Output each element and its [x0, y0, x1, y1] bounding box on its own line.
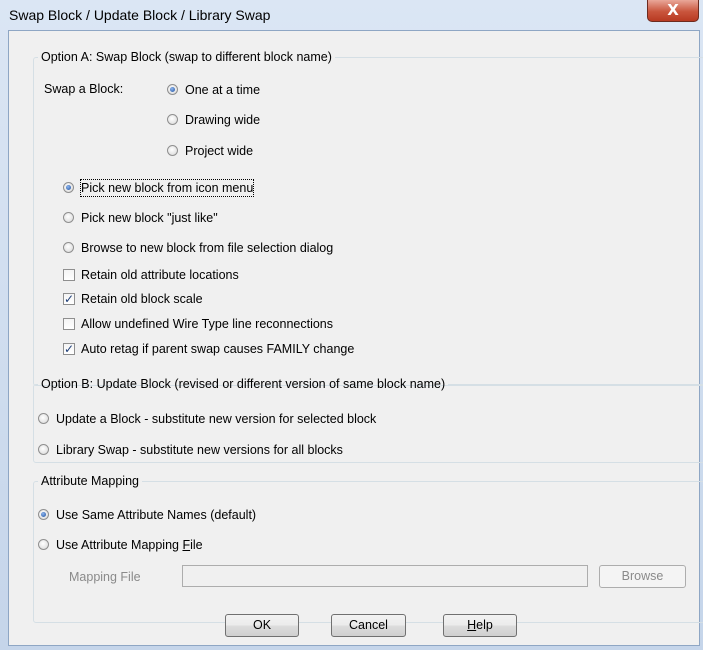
cancel-button[interactable]: Cancel	[331, 614, 406, 637]
checkmark-icon: ✓	[64, 342, 75, 356]
ok-button[interactable]: OK	[225, 614, 299, 637]
checkbox-label: Retain old attribute locations	[81, 268, 239, 282]
dialog-window: Swap Block / Update Block / Library Swap…	[0, 0, 703, 650]
radio-label: Use Same Attribute Names (default)	[56, 508, 257, 522]
radio-label: Use Attribute Mapping File	[56, 537, 203, 553]
radio-indicator	[38, 413, 49, 424]
close-button[interactable]: X	[647, 0, 699, 22]
close-icon: X	[667, 1, 679, 19]
radio-label: Library Swap - substitute new versions f…	[56, 443, 343, 457]
radio-indicator	[63, 182, 74, 193]
radio-indicator	[63, 242, 74, 253]
checkbox-label: Retain old block scale	[81, 292, 203, 306]
checkbox-label: Auto retag if parent swap causes FAMILY …	[81, 342, 355, 356]
checkmark-icon: ✓	[64, 292, 75, 306]
checkbox-indicator	[63, 318, 75, 330]
help-label: elp	[476, 618, 493, 632]
radio-indicator	[167, 114, 178, 125]
mapping-file-label: Mapping File	[69, 570, 141, 584]
checkbox-label: Allow undefined Wire Type line reconnect…	[81, 317, 333, 331]
radio-label: Pick new block "just like"	[81, 211, 218, 225]
radio-label-text: Use Attribute Mapping	[56, 538, 183, 552]
window-title: Swap Block / Update Block / Library Swap	[9, 7, 271, 23]
radio-indicator	[167, 145, 178, 156]
help-button[interactable]: Help	[443, 614, 517, 637]
checkbox-indicator	[63, 269, 75, 281]
option-b-legend: Option B: Update Block (revised or diffe…	[41, 377, 446, 391]
radio-indicator	[167, 84, 178, 95]
radio-label: Pick new block from icon menu	[79, 179, 255, 197]
radio-label-suffix: ile	[190, 538, 203, 552]
attribute-mapping-legend: Attribute Mapping	[41, 474, 139, 488]
help-mnemonic: H	[467, 618, 477, 632]
swap-block-label: Swap a Block:	[44, 82, 124, 96]
radio-indicator	[38, 539, 49, 550]
radio-indicator	[38, 509, 49, 520]
dialog-client-area: Option A: Swap Block (swap to different …	[8, 30, 703, 646]
checkbox-indicator: ✓	[63, 292, 75, 306]
mapping-file-input[interactable]	[182, 565, 588, 587]
radio-label: Update a Block - substitute new version …	[56, 412, 377, 426]
radio-label: Project wide	[185, 144, 254, 158]
radio-label: One at a time	[185, 83, 261, 97]
radio-indicator	[63, 212, 74, 223]
radio-indicator	[38, 444, 49, 455]
radio-label: Drawing wide	[185, 113, 261, 127]
radio-label-mnemonic: F	[182, 538, 191, 552]
title-bar[interactable]: Swap Block / Update Block / Library Swap…	[0, 0, 703, 30]
browse-button[interactable]: Browse	[599, 565, 686, 588]
option-a-legend: Option A: Swap Block (swap to different …	[41, 50, 332, 64]
checkbox-indicator: ✓	[63, 342, 75, 356]
radio-label: Browse to new block from file selection …	[81, 241, 334, 255]
